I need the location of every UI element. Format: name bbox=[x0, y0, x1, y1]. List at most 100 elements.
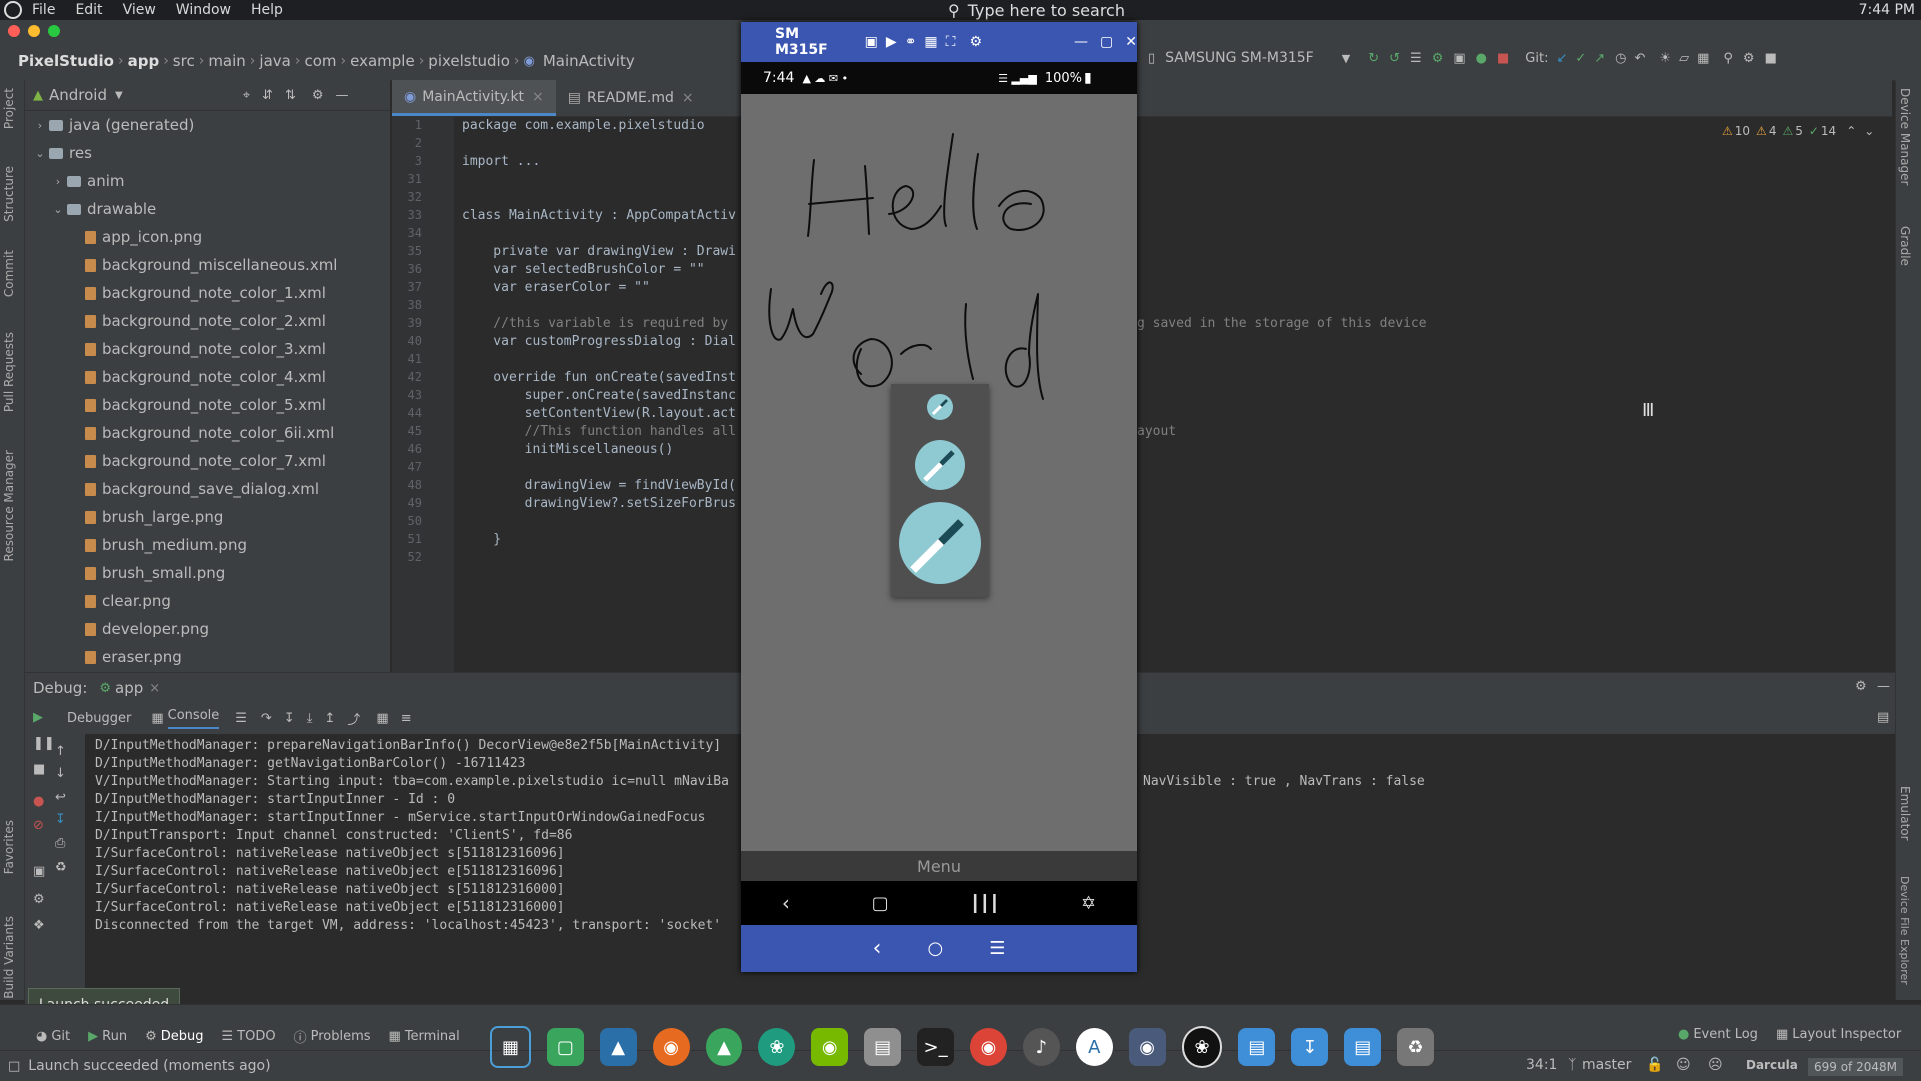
video-icon[interactable]: ▶ bbox=[886, 34, 897, 50]
code-line[interactable]: super.onCreate(savedInstanc bbox=[462, 388, 736, 403]
tool-tab-git[interactable]: Git bbox=[51, 1029, 70, 1044]
tree-item[interactable]: app_icon.png bbox=[25, 223, 390, 251]
menu-help[interactable]: Help bbox=[251, 2, 283, 18]
camera-icon[interactable]: ▣ bbox=[33, 864, 45, 879]
history-icon[interactable]: ◷ bbox=[1615, 51, 1626, 66]
tree-item[interactable]: clear.png bbox=[25, 587, 390, 615]
app-grid-icon[interactable]: ▦ bbox=[490, 1026, 531, 1068]
evaluate-icon[interactable]: ▦ bbox=[376, 711, 388, 726]
tool-tab-device-file-explorer[interactable]: Device File Explorer bbox=[1898, 876, 1911, 985]
menu-edit[interactable]: Edit bbox=[75, 2, 102, 18]
chevron-down-icon[interactable]: ▼ bbox=[115, 90, 123, 101]
step-into-icon[interactable]: ↧ bbox=[284, 711, 295, 726]
breadcrumb-item[interactable]: example bbox=[350, 52, 415, 70]
breadcrumb-item[interactable]: main bbox=[208, 52, 245, 70]
breadcrumb-item[interactable]: java bbox=[259, 52, 290, 70]
close-icon[interactable]: × bbox=[532, 89, 544, 105]
search-everywhere-icon[interactable]: ⚲ bbox=[1723, 51, 1733, 66]
tool-tab-resource-manager[interactable]: Resource Manager bbox=[2, 450, 16, 561]
sdk-icon[interactable]: ▦ bbox=[1697, 51, 1709, 66]
tool-tab-terminal[interactable]: Terminal bbox=[405, 1029, 460, 1044]
brush-medium-button[interactable] bbox=[915, 440, 965, 490]
git-push-icon[interactable]: ↗ bbox=[1594, 51, 1605, 66]
face-icon[interactable]: ☹ bbox=[1708, 1057, 1723, 1073]
stop-icon[interactable]: ■ bbox=[1497, 51, 1509, 66]
code-line[interactable]: setContentView(R.layout.act bbox=[462, 406, 736, 421]
chevron-down-icon[interactable]: ⌄ bbox=[33, 147, 47, 160]
recents-icon[interactable]: ┃┃┃ bbox=[970, 894, 999, 913]
minimize-window-icon[interactable] bbox=[28, 25, 40, 37]
code-line[interactable]: drawingView = findViewById( bbox=[462, 478, 736, 493]
resume-icon[interactable]: ▶ bbox=[33, 710, 43, 725]
tool-tab-run[interactable]: Run bbox=[102, 1029, 127, 1044]
maximize-window-icon[interactable] bbox=[48, 25, 60, 37]
theme-indicator[interactable]: Darcula bbox=[1746, 1058, 1798, 1072]
menu-view[interactable]: View bbox=[123, 2, 156, 18]
project-view-selector[interactable]: Android bbox=[49, 86, 107, 104]
tree-item[interactable]: background_note_color_5.xml bbox=[25, 391, 390, 419]
git-commit-icon[interactable]: ✓ bbox=[1575, 51, 1586, 66]
pause-icon[interactable]: ❚❚ bbox=[33, 736, 55, 751]
gear-icon[interactable]: ⚙ bbox=[312, 88, 324, 103]
rerun-icon[interactable]: ↻ bbox=[1368, 51, 1379, 66]
layout-icon[interactable]: ▤ bbox=[1877, 710, 1889, 725]
chevron-right-icon[interactable]: › bbox=[33, 119, 47, 132]
home-icon[interactable]: ▢ bbox=[872, 893, 889, 914]
chevron-down-icon[interactable]: ⌄ bbox=[51, 203, 65, 216]
minimize-icon[interactable]: — bbox=[1074, 34, 1088, 50]
tree-item[interactable]: brush_small.png bbox=[25, 559, 390, 587]
sync-icon[interactable]: ☀ bbox=[1659, 51, 1671, 66]
tool-tab-project[interactable]: Project bbox=[2, 88, 16, 129]
code-line[interactable]: //This function handles all bbox=[462, 424, 736, 439]
tree-item[interactable]: › java (generated) bbox=[25, 111, 390, 139]
tool-tab-build-variants[interactable]: Build Variants bbox=[2, 916, 16, 999]
brush-small-button[interactable] bbox=[927, 394, 953, 420]
breadcrumb-item[interactable]: MainActivity bbox=[543, 52, 635, 70]
drawing-canvas[interactable] bbox=[741, 94, 1137, 851]
breakpoint-icon[interactable]: ● bbox=[33, 794, 44, 809]
tree-item[interactable]: ⌄ res bbox=[25, 139, 390, 167]
tab-debugger[interactable]: Debugger bbox=[67, 711, 131, 726]
breadcrumb-item[interactable]: app bbox=[128, 52, 160, 70]
close-icon[interactable]: × bbox=[149, 681, 160, 696]
collapse-all-icon[interactable]: ⇅ bbox=[285, 88, 296, 103]
tree-item[interactable]: background_note_color_4.xml bbox=[25, 363, 390, 391]
apply-changes-icon[interactable]: ↺ bbox=[1389, 51, 1400, 66]
store-icon[interactable]: A bbox=[1075, 1028, 1113, 1066]
run-to-cursor-icon[interactable]: ⤴ bbox=[347, 709, 360, 728]
code-line[interactable]: var customProgressDialog : Dial bbox=[462, 334, 736, 349]
rollback-icon[interactable]: ↶ bbox=[1635, 51, 1646, 66]
obs-icon[interactable]: ❀ bbox=[1181, 1026, 1223, 1068]
android-icon[interactable]: ▲ bbox=[705, 1028, 743, 1066]
tree-item[interactable]: developer.png bbox=[25, 615, 390, 643]
tree-item[interactable]: eraser.png bbox=[25, 643, 390, 671]
debug-config-tab[interactable]: app bbox=[115, 679, 143, 697]
menu-file[interactable]: File bbox=[32, 2, 55, 18]
git-update-icon[interactable]: ↙ bbox=[1556, 51, 1567, 66]
chevron-right-icon[interactable]: › bbox=[51, 175, 65, 188]
device-selector[interactable]: SAMSUNG SM-M315F bbox=[1165, 50, 1314, 66]
menu-window[interactable]: Window bbox=[176, 2, 231, 18]
folder-icon[interactable]: ▤ bbox=[1344, 1028, 1382, 1066]
hide-panel-icon[interactable]: — bbox=[336, 88, 349, 103]
fullscreen-icon[interactable]: ⛶ bbox=[946, 34, 956, 50]
settings-icon[interactable]: ⚙ bbox=[969, 34, 982, 50]
tool-tab-device-manager[interactable]: Device Manager bbox=[1898, 88, 1912, 185]
code-line[interactable]: class MainActivity : AppCompatActiv bbox=[462, 208, 736, 223]
close-window-icon[interactable] bbox=[8, 25, 20, 37]
tool-tab-problems[interactable]: Problems bbox=[311, 1029, 371, 1044]
chevron-up-icon[interactable]: ⌃ bbox=[1846, 124, 1856, 138]
menu-icon[interactable]: ☰ bbox=[989, 938, 1005, 959]
chevron-down-icon[interactable]: ▼ bbox=[1342, 52, 1350, 65]
screenshot-icon[interactable]: ◉ bbox=[1128, 1028, 1166, 1066]
terminal-icon[interactable]: >_ bbox=[917, 1028, 955, 1066]
force-step-into-icon[interactable]: ⤓ bbox=[307, 711, 313, 726]
breadcrumb-item[interactable]: PixelStudio bbox=[18, 52, 114, 70]
code-line[interactable]: } bbox=[462, 532, 501, 547]
chevron-down-icon[interactable]: ⌄ bbox=[1864, 124, 1874, 138]
tool-tab-todo[interactable]: TODO bbox=[237, 1029, 275, 1044]
caret-position[interactable]: 34:1 bbox=[1526, 1057, 1557, 1073]
profile-icon[interactable]: ▣ bbox=[1453, 51, 1465, 66]
smiley-icon[interactable]: ☺ bbox=[1676, 1057, 1691, 1073]
tree-item[interactable]: › anim bbox=[25, 167, 390, 195]
